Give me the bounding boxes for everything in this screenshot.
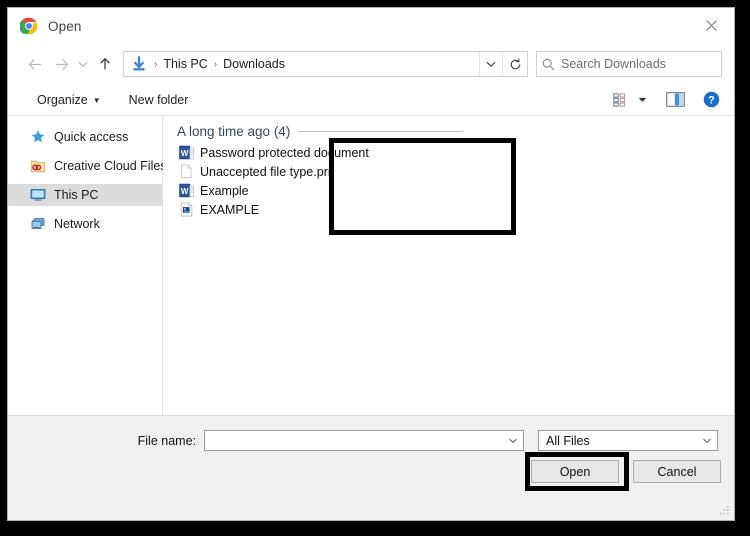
chevron-down-icon[interactable]: [697, 438, 717, 444]
close-icon: [706, 20, 717, 31]
title-bar: Open: [8, 8, 734, 44]
dialog-button-row: Open Cancel: [531, 460, 721, 483]
address-bar[interactable]: › This PC › Downloads: [123, 51, 528, 77]
file-name-row: File name: All Files: [8, 430, 734, 451]
resize-grip-icon[interactable]: [718, 505, 730, 517]
file-name-label: Unaccepted file type.prn: [200, 165, 335, 179]
file-group-header[interactable]: A long time ago (4): [173, 124, 734, 139]
close-button[interactable]: [688, 8, 734, 42]
breadcrumb-separator-1: ›: [210, 59, 221, 70]
file-name-label: Password protected document: [200, 146, 369, 160]
recent-locations-button[interactable]: [74, 51, 92, 77]
sidebar-label-network: Network: [54, 217, 100, 231]
arrow-right-icon: [54, 58, 69, 71]
new-folder-button[interactable]: New folder: [122, 90, 196, 110]
file-name-label: Example: [200, 184, 249, 198]
list-item[interactable]: W Example: [173, 181, 734, 200]
chevron-down-icon[interactable]: [503, 438, 523, 444]
help-button[interactable]: ?: [698, 88, 724, 112]
refresh-button[interactable]: [502, 52, 527, 76]
breadcrumb: › This PC › Downloads: [150, 57, 479, 71]
svg-text:W: W: [181, 187, 189, 196]
file-type-value: All Files: [539, 434, 697, 448]
svg-text:W: W: [181, 149, 189, 158]
star-icon: [30, 129, 46, 145]
file-type-dropdown[interactable]: All Files: [538, 430, 718, 451]
chevron-down-icon: [486, 61, 496, 68]
file-name-input[interactable]: [204, 430, 524, 451]
breadcrumb-item-this-pc[interactable]: This PC: [161, 57, 209, 71]
sidebar-item-creative-cloud-files[interactable]: Creative Cloud Files: [8, 155, 162, 177]
address-dropdown-button[interactable]: [479, 52, 502, 76]
refresh-icon: [509, 58, 522, 71]
cancel-button[interactable]: Cancel: [633, 460, 721, 483]
sidebar-label-this-pc: This PC: [54, 188, 98, 202]
forward-button[interactable]: [48, 51, 74, 77]
network-icon: [30, 216, 46, 232]
preview-pane-icon: [666, 92, 685, 107]
chevron-down-icon: ▼: [93, 96, 101, 105]
sidebar-label-quick-access: Quick access: [54, 130, 128, 144]
open-button[interactable]: Open: [531, 460, 619, 483]
view-layout-icon: [613, 93, 630, 107]
screenshot-root: Open: [0, 0, 750, 536]
open-file-dialog: Open: [7, 7, 735, 521]
back-button[interactable]: [22, 51, 48, 77]
help-icon: ?: [703, 91, 720, 108]
navigation-bar: › This PC › Downloads: [8, 44, 734, 84]
navigation-sidebar: Quick access Creative Cloud Files: [8, 116, 163, 436]
word-document-icon: W: [179, 183, 194, 198]
breadcrumb-item-downloads[interactable]: Downloads: [221, 57, 287, 71]
sidebar-label-creative-cloud-files: Creative Cloud Files: [54, 159, 167, 173]
breadcrumb-separator-0: ›: [150, 59, 161, 70]
command-toolbar: Organize ▼ New folder: [8, 84, 734, 116]
downloads-arrow-icon: [131, 56, 147, 72]
svg-text:?: ?: [708, 95, 715, 107]
creative-cloud-folder-icon: [30, 158, 46, 174]
up-button[interactable]: [92, 51, 118, 77]
file-group-title: A long time ago (4): [177, 124, 290, 139]
file-name-label-text: File name:: [8, 434, 204, 448]
search-box[interactable]: Search Downloads: [536, 51, 722, 77]
arrow-up-icon: [98, 57, 112, 71]
preview-pane-button[interactable]: [662, 88, 688, 112]
window-title: Open: [48, 19, 81, 34]
search-input[interactable]: Search Downloads: [561, 57, 666, 71]
blank-file-icon: [179, 164, 194, 179]
list-item[interactable]: EXAMPLE: [173, 200, 734, 219]
organize-button[interactable]: Organize ▼: [30, 90, 108, 110]
file-group-rule: [298, 131, 463, 132]
file-name-label: EXAMPLE: [200, 203, 259, 217]
list-item[interactable]: W Password protected document: [173, 143, 734, 162]
word-document-icon: W: [179, 145, 194, 160]
file-list-pane[interactable]: A long time ago (4) W Password protected…: [163, 116, 734, 436]
search-icon: [537, 58, 559, 71]
list-item[interactable]: Unaccepted file type.prn: [173, 162, 734, 181]
chevron-down-icon: [78, 61, 88, 68]
arrow-left-icon: [28, 58, 43, 71]
view-options-button[interactable]: [608, 88, 634, 112]
dialog-footer: File name: All Files: [8, 415, 734, 520]
monitor-icon: [30, 187, 46, 203]
organize-label: Organize: [37, 93, 88, 107]
new-folder-label: New folder: [129, 93, 189, 107]
sidebar-item-quick-access[interactable]: Quick access: [8, 126, 162, 148]
sidebar-item-this-pc[interactable]: This PC: [8, 184, 162, 206]
image-file-icon: [179, 202, 194, 217]
view-options-caret[interactable]: [634, 88, 650, 112]
dialog-content: Quick access Creative Cloud Files: [8, 116, 734, 436]
chevron-down-icon: [638, 97, 647, 103]
chrome-icon: [20, 17, 38, 35]
sidebar-item-network[interactable]: Network: [8, 213, 162, 235]
